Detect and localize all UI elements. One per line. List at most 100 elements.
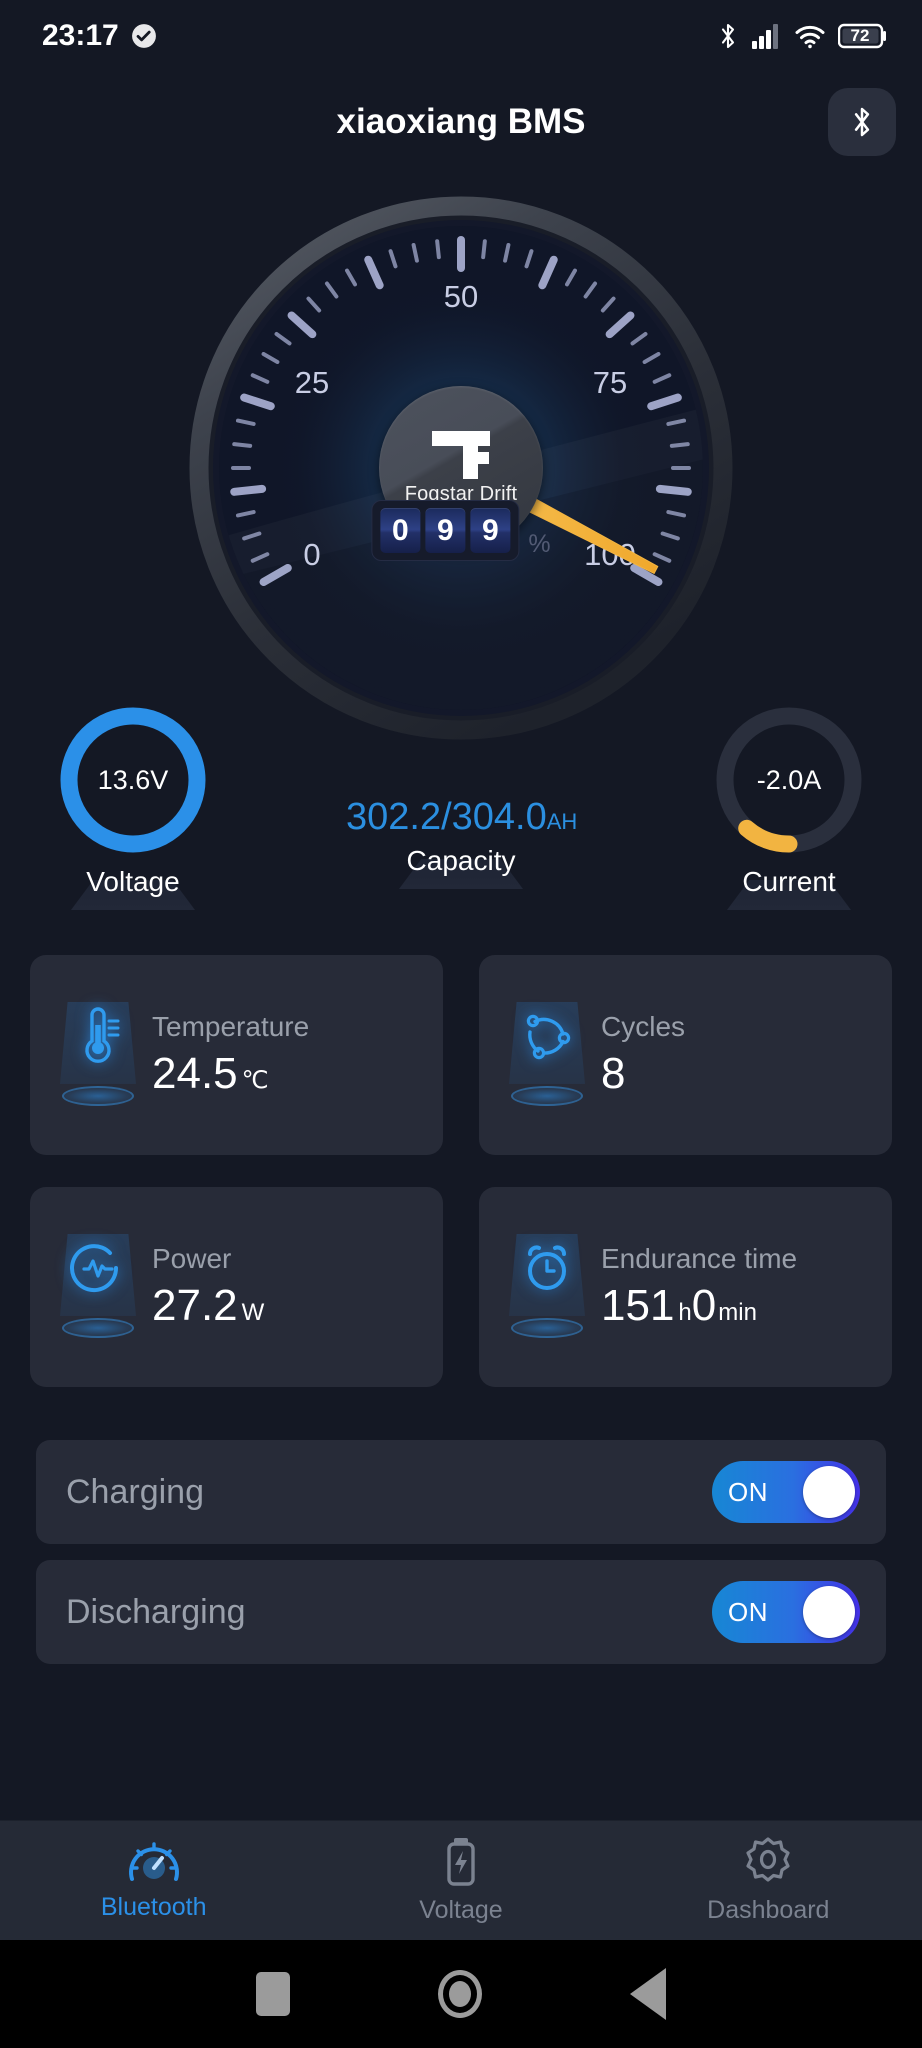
svg-text:0: 0 (303, 537, 320, 572)
endurance-minutes-unit: min (718, 1299, 757, 1326)
power-unit: W (241, 1299, 265, 1326)
recents-button[interactable] (256, 1972, 290, 2016)
capacity-meter[interactable]: 302.2/304.0AH Capacity (346, 700, 578, 889)
endurance-minutes: 0 (691, 1281, 717, 1330)
current-ring: -2.0A (709, 700, 869, 860)
bluetooth-connect-button[interactable] (828, 88, 896, 156)
status-bar-left: 23:17 (42, 21, 157, 51)
cellular-signal-icon (752, 24, 778, 49)
bluetooth-icon (721, 23, 735, 49)
recents-square-icon (256, 1972, 290, 2016)
discharging-switch-state: ON (728, 1596, 768, 1627)
capacity-number: 302.2/304.0 (346, 796, 547, 838)
meter-row: 13.6V Voltage 302.2/304.0AH Capacity -2.… (0, 700, 922, 930)
thermometer-icon (50, 1000, 146, 1110)
charging-row[interactable]: Charging ON (36, 1440, 886, 1544)
capacity-label: Capacity (406, 845, 516, 876)
endurance-hours: 151 (601, 1281, 675, 1330)
cycles-number: 8 (601, 1049, 626, 1098)
svg-text:50: 50 (444, 279, 478, 314)
current-label: Current (742, 866, 836, 897)
endurance-time-text: Endurance time 151 h 0 min (601, 1243, 797, 1331)
back-button[interactable] (630, 1968, 666, 2020)
charging-label: Charging (66, 1472, 204, 1511)
voltage-label: Voltage (86, 866, 180, 897)
home-circle-icon (438, 1970, 482, 2018)
svg-text:25: 25 (295, 365, 329, 400)
speedometer-icon (128, 1842, 179, 1881)
nav-item-bluetooth[interactable]: Bluetooth (0, 1839, 307, 1922)
odometer-digits: 0 9 9 (371, 500, 520, 561)
nav-label-dashboard: Dashboard (707, 1896, 830, 1924)
home-button[interactable] (438, 1970, 482, 2018)
voltage-value: 13.6V (97, 764, 169, 795)
power-card[interactable]: Power 27.2 W (30, 1187, 443, 1387)
nav-label-bluetooth: Bluetooth (100, 1893, 207, 1921)
android-status-bar: 23:17 72 (0, 0, 922, 72)
cycles-icon (499, 1000, 595, 1110)
soc-odometer: 0 9 9 % (371, 500, 551, 561)
thermometer-glyph (85, 1007, 120, 1063)
info-card-grid: Temperature 24.5 ℃ Cycles 8 Power 27.2 W… (0, 955, 922, 1387)
app-title-bar: xiaoxiang BMS (0, 72, 922, 172)
capacity-unit: AH (546, 809, 578, 834)
current-value: -2.0A (756, 764, 822, 795)
bottom-navigation: Bluetooth Voltage Dashboard (0, 1820, 922, 1940)
capacity-value: 302.2/304.0AH (346, 796, 578, 839)
check-circle-icon (131, 24, 156, 48)
odometer-unit-label: % (528, 530, 551, 558)
battery-bolt-icon (447, 1838, 475, 1886)
status-bar-right: 72 (717, 22, 888, 50)
android-navigation-bar (0, 1940, 922, 2048)
battery-indicator: 72 (838, 23, 888, 49)
page-title: xiaoxiang BMS (336, 102, 586, 141)
power-glyph (70, 1244, 119, 1293)
nav-item-voltage[interactable]: Voltage (307, 1836, 614, 1925)
power-value: 27.2 W (152, 1281, 264, 1331)
cycles-card[interactable]: Cycles 8 (479, 955, 892, 1155)
endurance-time-title: Endurance time (601, 1243, 798, 1274)
cycles-text: Cycles 8 (601, 1011, 685, 1099)
bms-app-screen: 23:17 72 xiaoxiang BMS 0 25 50 75 100 Fo… (0, 0, 922, 2048)
alarm-clock-icon (499, 1232, 595, 1342)
temperature-value: 24.5 ℃ (152, 1049, 309, 1099)
battery-percent-label: 72 (850, 25, 870, 45)
charging-switch-state: ON (728, 1476, 768, 1507)
current-meter[interactable]: -2.0A Current (674, 700, 904, 910)
fogstar-f-logo-icon (430, 430, 492, 479)
power-pulse-icon (50, 1232, 146, 1342)
svg-text:75: 75 (593, 365, 627, 400)
cycles-value: 8 (601, 1049, 685, 1099)
status-bar-clock: 23:17 (42, 19, 119, 52)
nav-item-dashboard[interactable]: Dashboard (615, 1836, 922, 1925)
discharging-switch-knob (803, 1586, 855, 1638)
soc-gauge[interactable]: 0 25 50 75 100 Fogstar Drift (181, 188, 741, 748)
charging-switch-knob (803, 1466, 855, 1518)
gear-icon (746, 1837, 790, 1882)
voltage-ring: 13.6V (53, 700, 213, 860)
power-title: Power (152, 1243, 232, 1274)
temperature-title: Temperature (152, 1011, 310, 1042)
discharging-switch[interactable]: ON (712, 1581, 860, 1643)
voltage-meter[interactable]: 13.6V Voltage (18, 700, 248, 910)
endurance-hours-unit: h (678, 1299, 692, 1326)
odometer-digit: 9 (470, 508, 511, 553)
temperature-unit: ℃ (241, 1067, 269, 1094)
power-number: 27.2 (152, 1281, 238, 1330)
alarm-clock-glyph (528, 1245, 566, 1290)
back-triangle-icon (630, 1968, 666, 2020)
discharging-label: Discharging (66, 1592, 246, 1631)
nav-label-voltage: Voltage (419, 1896, 503, 1924)
toggle-list: Charging ON Discharging ON (0, 1440, 922, 1664)
discharging-row[interactable]: Discharging ON (36, 1560, 886, 1664)
wifi-icon (795, 25, 825, 49)
temperature-number: 24.5 (152, 1049, 238, 1098)
power-text: Power 27.2 W (152, 1243, 264, 1331)
temperature-text: Temperature 24.5 ℃ (152, 1011, 309, 1099)
endurance-time-card[interactable]: Endurance time 151 h 0 min (479, 1187, 892, 1387)
charging-switch[interactable]: ON (712, 1461, 860, 1523)
temperature-card[interactable]: Temperature 24.5 ℃ (30, 955, 443, 1155)
bluetooth-icon (854, 107, 870, 137)
cycles-glyph (526, 1014, 571, 1060)
cycles-title: Cycles (601, 1011, 686, 1042)
